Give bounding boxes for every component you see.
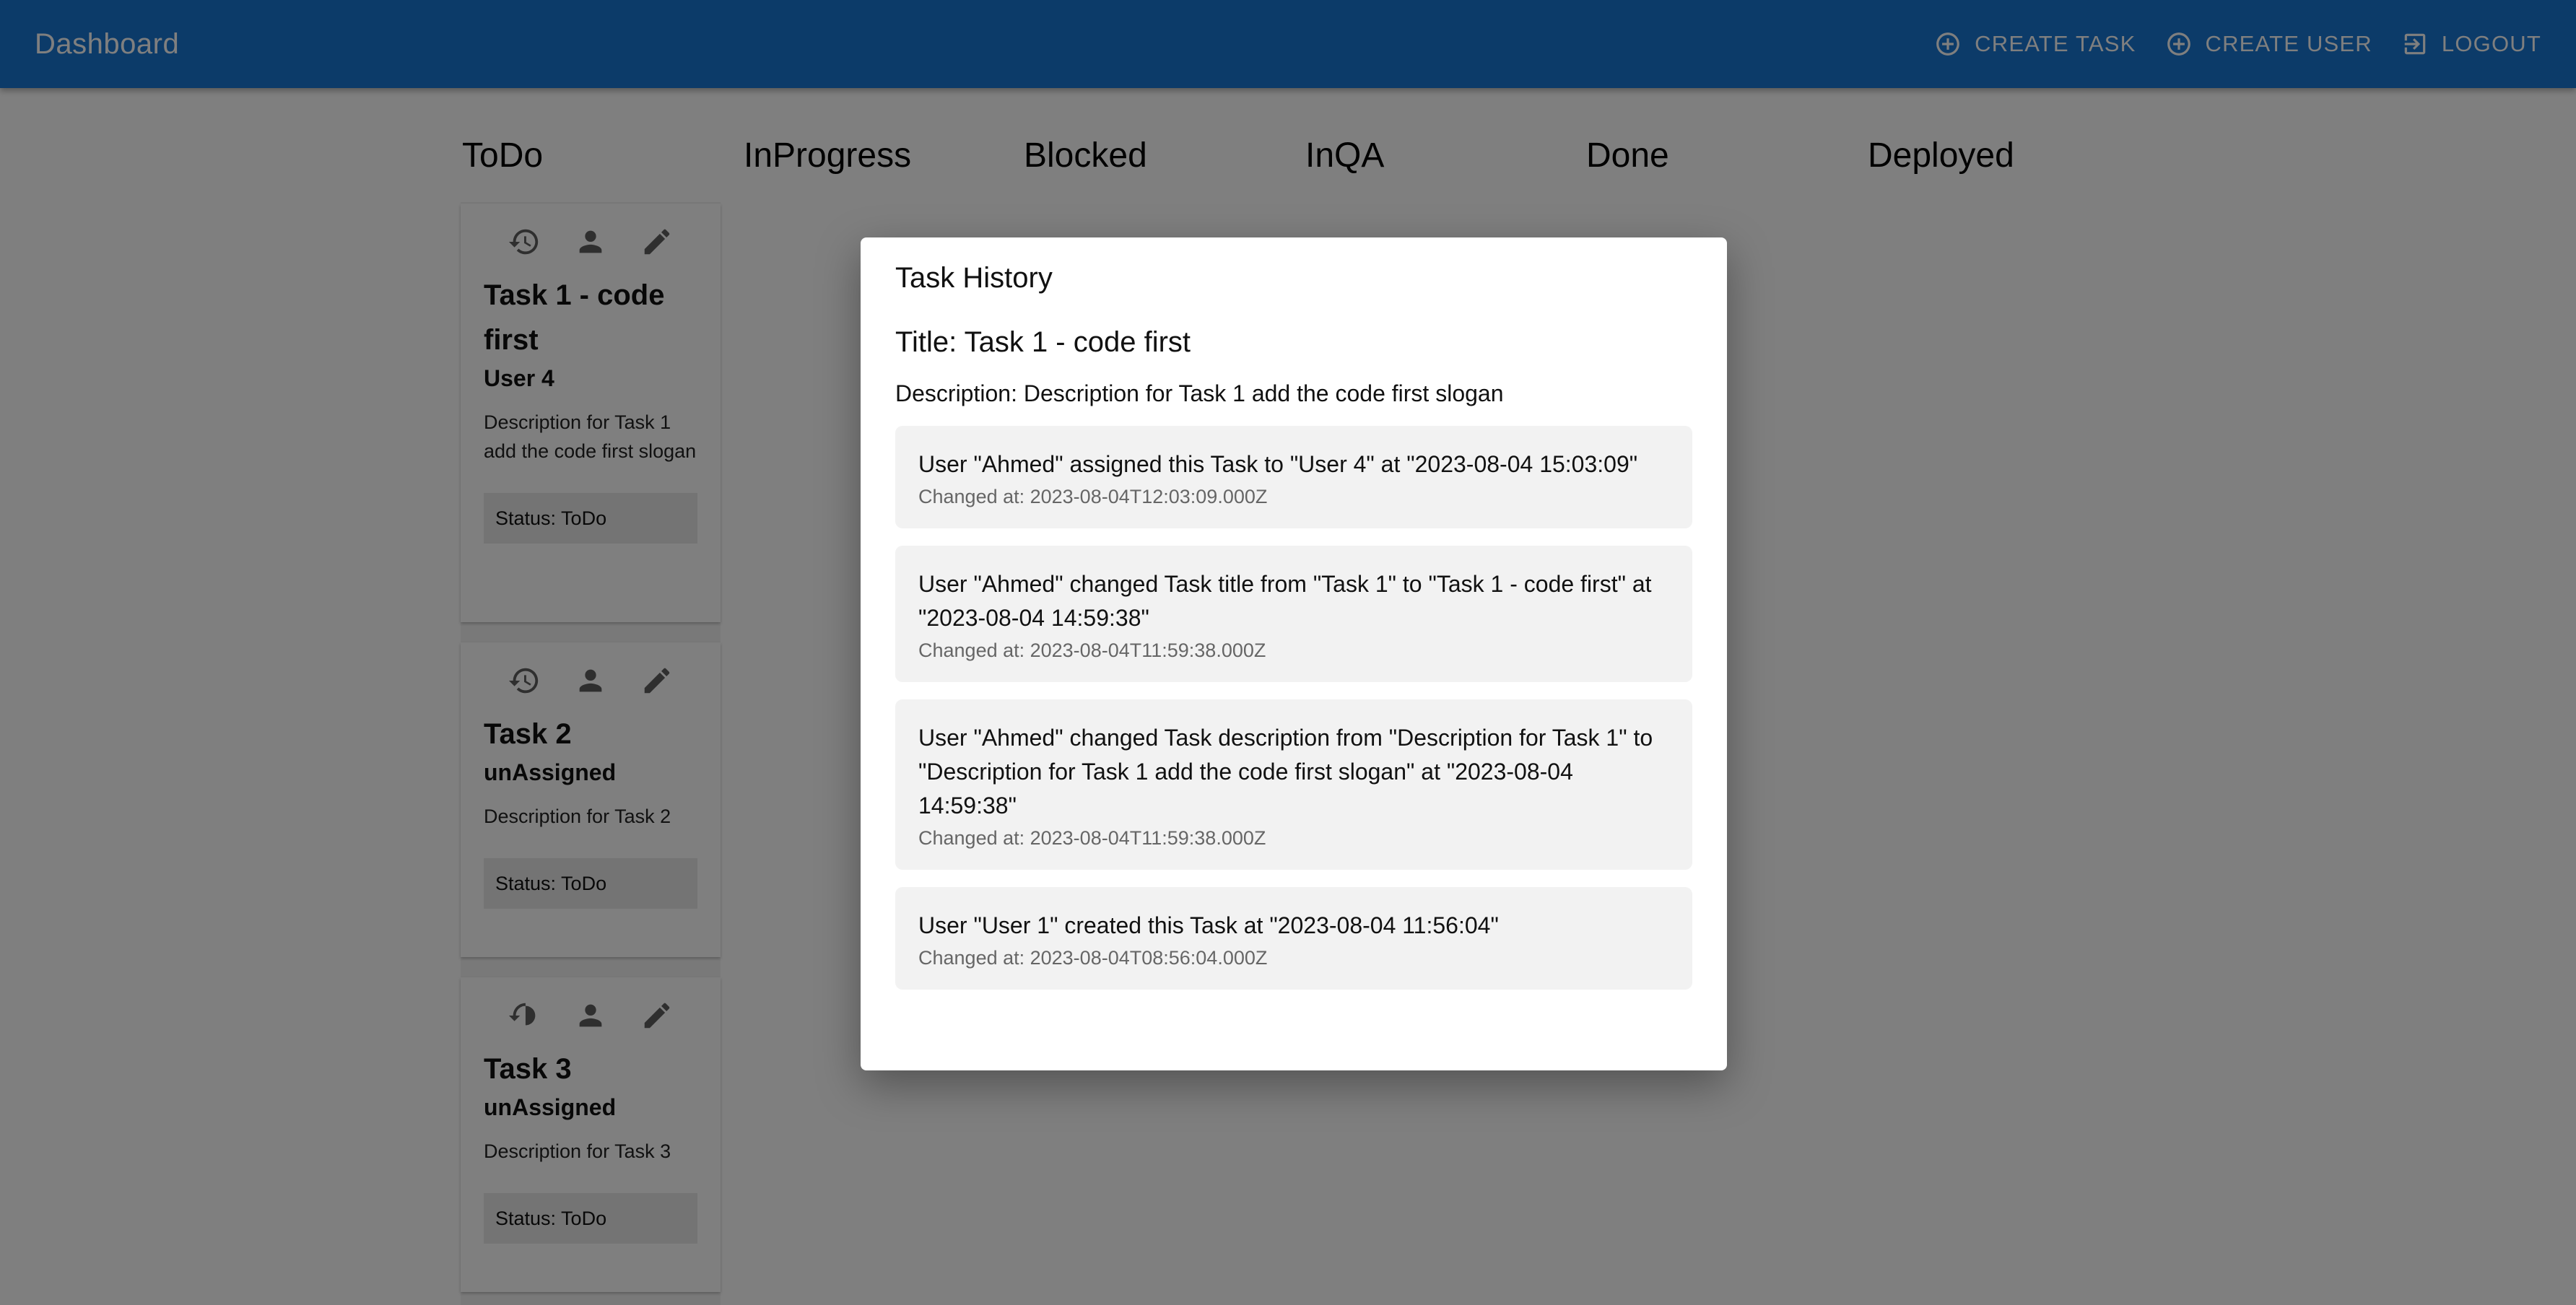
history-entry-text: User "User 1" created this Task at "2023… <box>918 912 1499 938</box>
dialog-task-description: Description: Description for Task 1 add … <box>895 380 1504 406</box>
history-entry-timestamp: Changed at: 2023-08-04T11:59:38.000Z <box>918 827 1266 849</box>
dialog-heading: Task History <box>895 262 1053 294</box>
history-entry: User "User 1" created this Task at "2023… <box>895 887 1692 990</box>
history-entry-text: User "Ahmed" changed Task description fr… <box>918 725 1653 819</box>
history-entry-timestamp: Changed at: 2023-08-04T11:59:38.000Z <box>918 640 1266 661</box>
history-entry-text: User "Ahmed" assigned this Task to "User… <box>918 451 1638 477</box>
history-entry-timestamp: Changed at: 2023-08-04T12:03:09.000Z <box>918 486 1268 507</box>
history-entry: User "Ahmed" assigned this Task to "User… <box>895 426 1692 528</box>
dialog-task-title: Title: Task 1 - code first <box>895 326 1191 358</box>
history-entry-text: User "Ahmed" changed Task title from "Ta… <box>918 571 1652 631</box>
history-entry: User "Ahmed" changed Task title from "Ta… <box>895 546 1692 682</box>
task-history-dialog: Task History Title: Task 1 - code first … <box>861 237 1727 1070</box>
history-entry-timestamp: Changed at: 2023-08-04T08:56:04.000Z <box>918 947 1268 969</box>
dashboard-page: Dashboard CREATE TASK CREATE USER LOGOUT… <box>0 0 2576 1305</box>
history-entry: User "Ahmed" changed Task description fr… <box>895 699 1692 870</box>
